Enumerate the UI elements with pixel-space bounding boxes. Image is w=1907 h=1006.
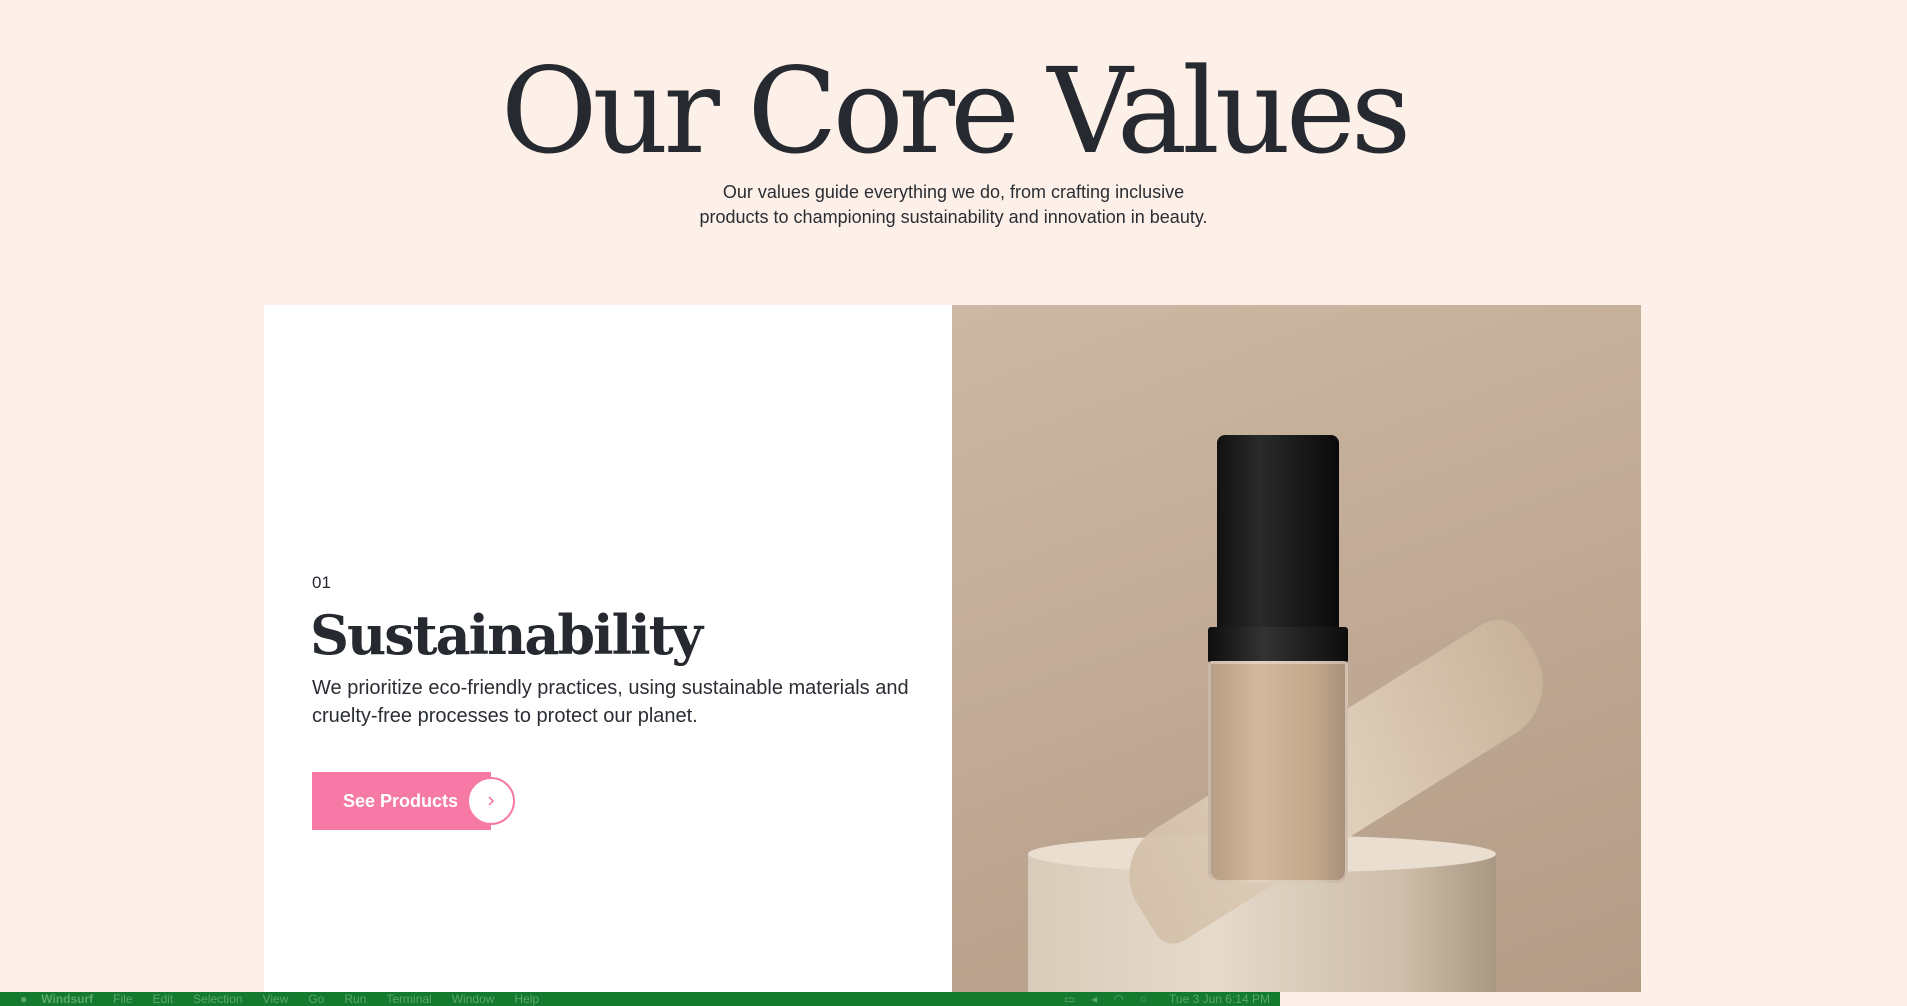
volume-icon[interactable]: ◂ <box>1091 992 1097 1006</box>
product-image <box>952 305 1641 992</box>
see-products-button[interactable]: See Products <box>312 772 522 830</box>
bottle-collar-shape <box>1208 627 1348 663</box>
menu-edit[interactable]: Edit <box>152 992 173 1006</box>
subtitle-line-2: products to championing sustainability a… <box>699 207 1208 227</box>
value-title: Sustainability <box>310 603 703 667</box>
menu-window[interactable]: Window <box>452 992 495 1006</box>
subtitle-line-1: Our values guide everything we do, from … <box>722 182 1185 202</box>
menu-run[interactable]: Run <box>344 992 366 1006</box>
search-icon[interactable]: ○ <box>1140 992 1147 1006</box>
see-products-label: See Products <box>312 772 491 830</box>
menu-terminal[interactable]: Terminal <box>386 992 431 1006</box>
status-icons: ▭ ◂ ◠ ○ Tue 3 Jun 6:14 PM <box>1064 992 1270 1006</box>
bottle-cap-shape <box>1217 435 1339 635</box>
os-menu-bar: ● Windsurf File Edit Selection View Go R… <box>0 992 1280 1006</box>
value-card-text-panel: 01 Sustainability We prioritize eco-frie… <box>264 305 952 992</box>
page-subtitle: Our values guide everything we do, from … <box>0 180 1907 230</box>
chevron-right-icon <box>467 777 515 825</box>
page-title: Our Core Values <box>500 42 1412 180</box>
menu-view[interactable]: View <box>263 992 289 1006</box>
value-card: 01 Sustainability We prioritize eco-frie… <box>264 305 1641 992</box>
menu-file[interactable]: File <box>113 992 132 1006</box>
bottle-body-shape <box>1208 661 1348 883</box>
menu-app-name[interactable]: Windsurf <box>41 992 93 1006</box>
menu-selection[interactable]: Selection <box>193 992 242 1006</box>
wifi-icon[interactable]: ◠ <box>1113 992 1123 1006</box>
value-number: 01 <box>312 573 331 592</box>
value-description: We prioritize eco-friendly practices, us… <box>312 677 909 727</box>
apple-icon[interactable]: ● <box>20 992 27 1006</box>
battery-icon[interactable]: ▭ <box>1064 992 1075 1006</box>
menu-help[interactable]: Help <box>514 992 539 1006</box>
menu-go[interactable]: Go <box>308 992 324 1006</box>
menu-clock[interactable]: Tue 3 Jun 6:14 PM <box>1169 992 1270 1006</box>
